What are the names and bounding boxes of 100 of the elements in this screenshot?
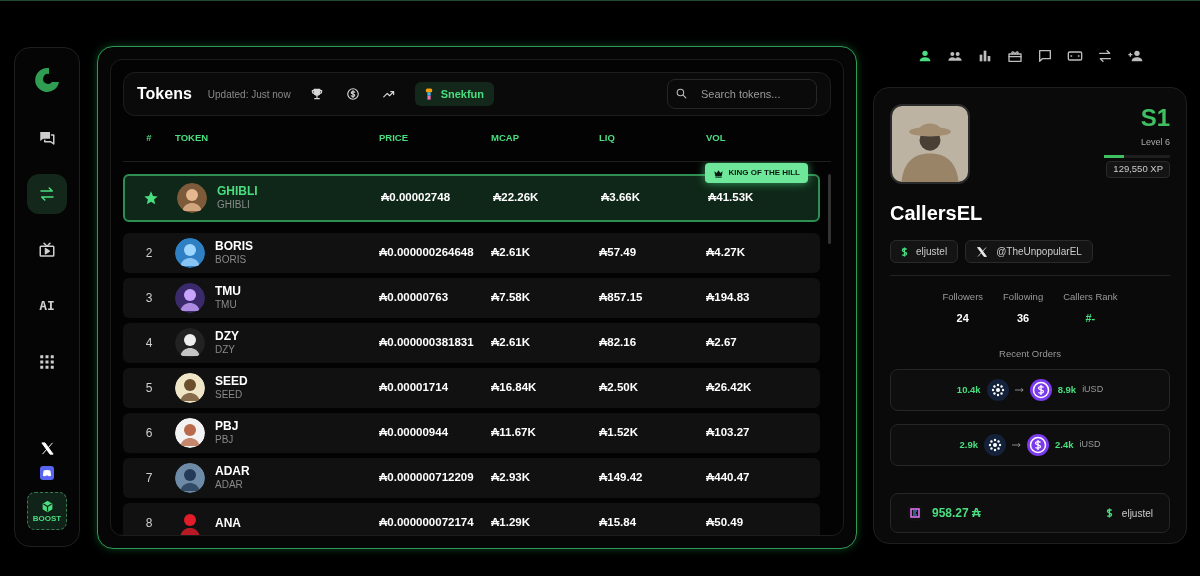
token-name: PBJ: [215, 419, 240, 435]
dollar-coin-icon: [1027, 434, 1049, 456]
token-name: GHIBLI: [217, 184, 259, 200]
token-name: TMU: [215, 284, 242, 300]
token-symbol: ADAR: [215, 479, 244, 492]
stat-label: Callers Rank: [1063, 290, 1118, 304]
dollar-coin-icon: [1029, 379, 1052, 401]
token-row[interactable]: 2 BORIS BORIS ₳0.000000264648 ₳2.61K ₳57.49 ₳4.27K: [123, 233, 820, 273]
token-row[interactable]: GHIBLI GHIBLI ₳0.00002748 ₳22.26K ₳3.66K ₳41.53K: [123, 174, 820, 222]
table-cell-text: ₳0.00000763: [379, 290, 450, 306]
order-unit: iUSD: [1079, 438, 1101, 452]
column-header: #: [145, 131, 153, 146]
token-row[interactable]: 4 DZY DZY ₳0.000000381831 ₳2.61K ₳82.16 ₳2.67: [123, 323, 820, 363]
dollar-icon: [1105, 508, 1113, 518]
table-cell-text: ₳11.67K: [491, 425, 537, 441]
search-field[interactable]: Search tokens...: [667, 79, 817, 109]
token-symbol: DZY: [215, 344, 236, 357]
updated-label: Updated: Just now: [207, 87, 291, 102]
token-name: BORIS: [215, 239, 254, 255]
sidebar-item[interactable]: AI: [27, 286, 67, 326]
dollar-icon: [901, 246, 908, 257]
table-cell-text: ₳57.49: [599, 245, 638, 261]
king-of-the-hill-badge: KING OF THE HILL: [705, 163, 808, 183]
table-cell-text: ₳857.15: [599, 290, 644, 306]
boost-button[interactable]: BOOST: [27, 492, 67, 530]
order-amount: 2.4k: [1055, 437, 1074, 452]
order-card[interactable]: 10.4k 8.9k iUSD: [890, 369, 1170, 411]
search-icon: [675, 87, 688, 100]
token-symbol: TMU: [215, 299, 238, 312]
token-symbol: SEED: [215, 389, 244, 402]
balance-handle: eljustel: [1121, 506, 1153, 521]
profile-name: CallersEL: [890, 201, 984, 226]
table-cell-text: ₳50.49: [706, 515, 745, 531]
tv-icon: [38, 241, 56, 259]
token-row[interactable]: 5 SEED SEED ₳0.00001714 ₳16.84K ₳2.50K ₳26.42K: [123, 368, 820, 408]
handle-chip[interactable]: eljustel: [890, 240, 959, 263]
handle-chip[interactable]: @TheUnpopularEL: [965, 240, 1093, 263]
rank-number: 8: [145, 515, 153, 532]
table-cell-text: ₳0.00000944: [379, 425, 450, 441]
table-cell-text: ₳2.61K: [491, 245, 531, 261]
x-logo-icon: [39, 441, 55, 456]
column-header: TOKEN: [175, 131, 210, 146]
order-card[interactable]: 2.9k 2.4k iUSD: [890, 424, 1170, 466]
balance-amount: 958.27 ₳: [932, 505, 981, 522]
token-symbol: BORIS: [215, 254, 248, 267]
bar-chart-icon: [977, 48, 993, 64]
grid-icon: [38, 353, 56, 371]
table-cell-text: ₳2.93K: [491, 470, 531, 486]
table-cell-text: ₳2.67: [706, 335, 738, 351]
table-cell-text: ₳82.16: [599, 335, 638, 351]
discord-icon: [42, 468, 52, 478]
add-person-icon: [1127, 48, 1143, 64]
dollar-circle-icon: [345, 87, 360, 101]
card-icon: [1067, 48, 1083, 64]
table-cell-text: ₳41.53K: [708, 190, 755, 206]
token-row[interactable]: 3 TMU TMU ₳0.00000763 ₳7.58K ₳857.15 ₳194.83: [123, 278, 820, 318]
table-cell-text: ₳0.000000712209: [379, 470, 475, 486]
order-unit: iUSD: [1082, 383, 1104, 397]
token-symbol: PBJ: [215, 434, 235, 447]
stat-value: 24: [956, 311, 969, 327]
cube-icon: [40, 499, 54, 513]
stat-label: Followers: [942, 290, 984, 304]
star-icon: [143, 190, 159, 206]
xp-badge: 129,550 XP: [1106, 160, 1170, 178]
season-label: S1: [1140, 106, 1170, 130]
sidebar-item[interactable]: [27, 174, 67, 214]
column-header: PRICE: [379, 131, 410, 146]
token-name: SEED: [215, 374, 249, 390]
scrollbar[interactable]: [828, 174, 831, 244]
table-cell-text: ₳0.000000072174: [379, 515, 475, 531]
table-cell-text: ₳16.84K: [491, 380, 538, 396]
token-name: ADAR: [215, 464, 251, 480]
rank-number: 5: [145, 380, 153, 397]
section-title: Recent Orders: [998, 346, 1062, 361]
filter-tab[interactable]: Snekfun: [414, 82, 495, 106]
table-cell-text: ₳2.61K: [491, 335, 531, 351]
order-amount: 10.4k: [956, 382, 981, 397]
rank-number: 7: [145, 470, 153, 487]
swap-icon: [1097, 48, 1113, 64]
cardano-coin-icon: [986, 379, 1009, 401]
level-label: Level 6: [1140, 136, 1170, 149]
token-row[interactable]: 6 PBJ PBJ ₳0.00000944 ₳11.67K ₳1.52K ₳103.27: [123, 413, 820, 453]
token-row[interactable]: 7 ADAR ADAR ₳0.000000712209 ₳2.93K ₳149.42 ₳440.47: [123, 458, 820, 498]
table-cell-text: ₳0.000000381831: [379, 335, 475, 351]
person-icon: [917, 48, 933, 64]
column-header: MCAP: [491, 131, 520, 146]
order-amount: 2.9k: [959, 437, 978, 452]
stat-label: Following: [1003, 290, 1044, 304]
trophy-icon: [309, 87, 324, 101]
arrow-icon: [1012, 443, 1021, 447]
table-cell-text: ₳0.00002748: [381, 190, 452, 206]
discord-link[interactable]: [40, 466, 54, 480]
table-cell-text: ₳4.27K: [706, 245, 746, 261]
column-header: VOL: [706, 131, 727, 146]
rank-number: 6: [145, 425, 153, 442]
x-logo-icon: [976, 245, 989, 258]
gift-icon: [1007, 48, 1023, 64]
table-cell-text: ₳149.42: [599, 470, 644, 486]
token-row[interactable]: 8 ANA ₳0.000000072174 ₳1.29K ₳15.84 ₳50.49: [123, 503, 820, 535]
x-link[interactable]: [39, 441, 55, 456]
